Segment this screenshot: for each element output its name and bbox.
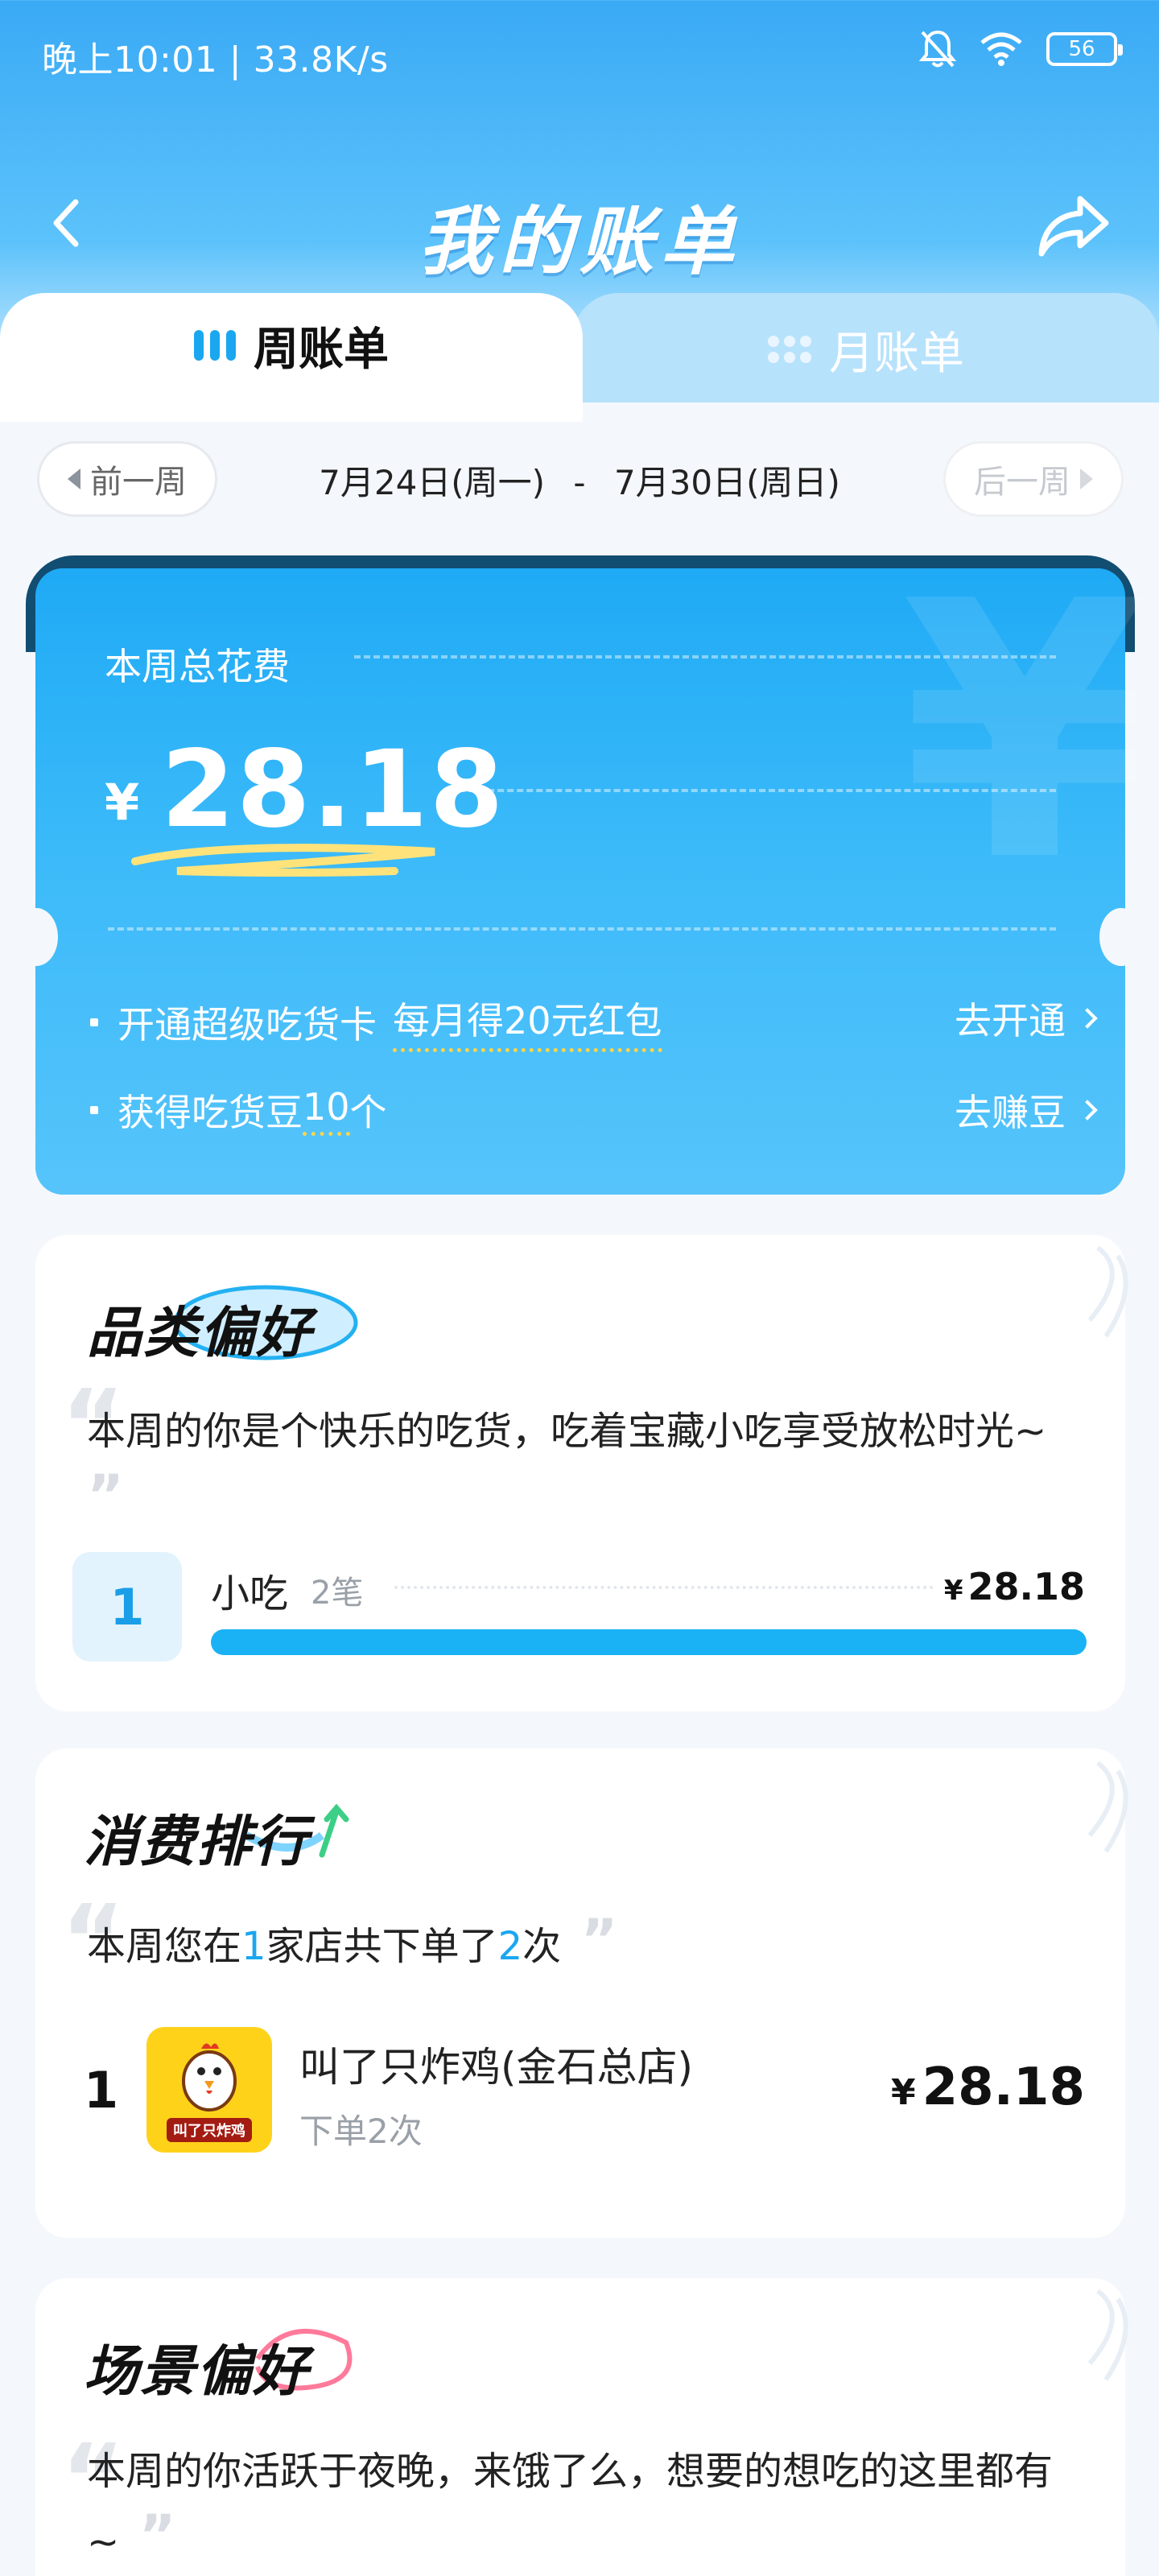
quote-mid: 家店共下单了 [266, 1924, 498, 1969]
swirl-deco-icon [1087, 2289, 1128, 2381]
quote-post: 次 [522, 1924, 562, 1969]
quote-close-icon: ” [87, 1463, 125, 1529]
quote-pre: 本周您在 [87, 1924, 242, 1969]
share-icon [1038, 196, 1109, 257]
category-share-bar [211, 1629, 1087, 1655]
scene-title: 场景偏好 [84, 2340, 310, 2404]
quote-close-icon: ” [561, 1907, 618, 1973]
category-name: 小吃 [211, 1571, 289, 1616]
status-time: 晚上10:01 | 33.8K/s [42, 39, 389, 80]
wifi-icon [980, 32, 1022, 66]
page-title: 我的账单 [418, 199, 740, 285]
promo-beans: 获得吃货豆 10 个 [90, 1084, 387, 1137]
earn-beans-button[interactable]: 去赚豆 [955, 1084, 1098, 1137]
ticket-notch-left [14, 908, 58, 966]
shop-currency: ¥ [890, 2072, 916, 2113]
promo-super-card: 开通超级吃货卡 每月得20元红包 [90, 992, 662, 1052]
store-count: 1 [241, 1924, 266, 1969]
tab-week-label: 周账单 [254, 323, 389, 376]
promo-text: 获得吃货豆 [118, 1091, 303, 1134]
ranking-title: 消费排行 [84, 1810, 310, 1874]
bars-icon [194, 330, 236, 361]
earn-beans-label: 去赚豆 [955, 1091, 1066, 1134]
promo-highlight: 每月得20元红包 [393, 992, 662, 1052]
divider-dashed [354, 655, 1056, 658]
total-amount: 28.18 [161, 728, 505, 852]
shop-orders: 下单2次 [299, 2112, 423, 2151]
swirl-deco-icon [1087, 1761, 1128, 1853]
scene-quote-text: 本周的你活跃于夜晚，来饿了么，想要的想吃的这里都有~ [87, 2449, 1054, 2565]
prev-week-button[interactable]: 前一周 [37, 441, 217, 517]
category-title: 品类偏好 [87, 1302, 313, 1365]
battery-level: 56 [1068, 37, 1095, 61]
category-quote-text: 本周的你是个快乐的吃货，吃着宝藏小吃享受放松时光~ [87, 1409, 1047, 1454]
chicken-logo-icon [182, 2043, 237, 2112]
order-count: 2 [497, 1924, 523, 1969]
tab-month-label: 月账单 [829, 327, 964, 380]
divider-dashed [459, 789, 1056, 792]
total-currency: ¥ [105, 773, 140, 832]
quote-close-icon: ” [119, 2503, 176, 2569]
category-amount-value: 28.18 [967, 1565, 1085, 1608]
promo-highlight: 10 [303, 1085, 350, 1136]
date-range: 7月24日(周一) - 7月30日(周日) [241, 456, 918, 505]
tab-month[interactable]: 月账单 [573, 293, 1159, 406]
chevron-right-icon [1077, 1008, 1098, 1029]
category-amount: ¥28.18 [944, 1565, 1085, 1608]
date-range-sep: - [573, 463, 586, 502]
shop-logo-text: 叫了只炸鸡 [167, 2118, 252, 2142]
next-week-button[interactable]: 后一周 [943, 441, 1124, 517]
category-quote: 本周的你是个快乐的吃货，吃着宝藏小吃享受放松时光~ ” [87, 1393, 1069, 1534]
triangle-right-icon [1080, 469, 1093, 489]
promo-text: 开通超级吃货卡 [118, 1002, 377, 1046]
shop-amount-value: 28.18 [922, 2058, 1085, 2117]
triangle-left-icon [68, 469, 80, 489]
open-card-button[interactable]: 去开通 [955, 992, 1098, 1045]
date-range-start: 7月24日(周一) [319, 463, 546, 502]
date-range-end: 7月30日(周日) [613, 463, 840, 502]
category-rank: 1 [72, 1552, 182, 1662]
shop-amount: ¥28.18 [891, 2058, 1085, 2117]
shop-logo[interactable]: 叫了只炸鸡 [146, 2027, 272, 2153]
underline-swoosh-icon [131, 844, 435, 877]
open-card-label: 去开通 [955, 999, 1066, 1042]
bullet [90, 1018, 98, 1026]
chevron-right-icon [1077, 1100, 1098, 1121]
prev-week-label: 前一周 [90, 464, 187, 501]
scene-quote: 本周的你活跃于夜晚，来饿了么，想要的想吃的这里都有~ ” [87, 2439, 1077, 2574]
dots-icon [768, 336, 811, 363]
promo-suffix: 个 [349, 1091, 387, 1134]
next-week-label: 后一周 [974, 464, 1070, 501]
battery-icon: 56 [1046, 32, 1123, 66]
bell-muted-icon [919, 30, 956, 68]
category-count: 2笔 [311, 1575, 364, 1612]
week-total-label: 本周总花费 [105, 645, 290, 688]
shop-name[interactable]: 叫了只炸鸡(金石总店) [299, 2035, 693, 2093]
swirl-deco-icon [1087, 1245, 1128, 1338]
status-icons: 56 [919, 29, 1123, 69]
tab-week[interactable]: 周账单 [0, 293, 583, 422]
ranking-quote: 本周您在1家店共下单了2次 ” [87, 1908, 618, 1979]
yen-watermark-icon: ¥ [901, 526, 1149, 939]
dotted-leader [394, 1586, 934, 1589]
category-currency: ¥ [943, 1575, 963, 1607]
share-button[interactable] [1035, 190, 1112, 262]
shop-rank: 1 [84, 2061, 119, 2120]
divider-dashed [108, 927, 1056, 931]
bullet [90, 1106, 98, 1114]
